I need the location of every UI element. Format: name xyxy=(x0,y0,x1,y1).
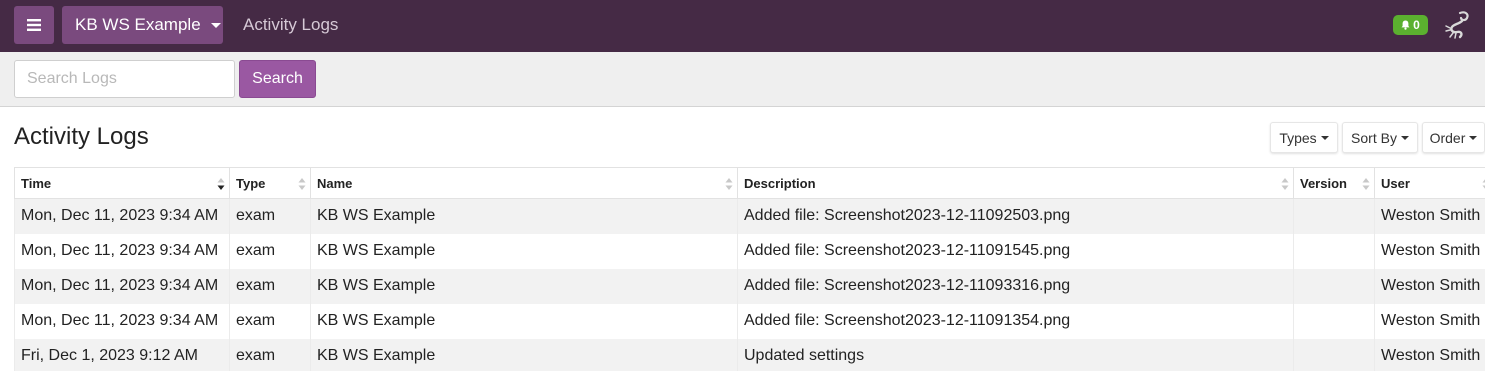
cell-user: Weston Smith xyxy=(1374,268,1485,304)
cell-time: Mon, Dec 11, 2023 9:34 AM xyxy=(14,303,230,339)
order-button[interactable]: Order xyxy=(1422,122,1485,153)
sort-icon xyxy=(725,178,733,190)
cell-description: Added file: Screenshot2023-12-11093316.p… xyxy=(737,268,1294,304)
column-header-description[interactable]: Description xyxy=(737,167,1294,199)
cell-user: Weston Smith xyxy=(1374,233,1485,269)
search-input[interactable] xyxy=(14,60,235,98)
notification-count: 0 xyxy=(1413,18,1420,32)
hamburger-icon xyxy=(27,19,41,31)
table-row[interactable]: Fri, Dec 1, 2023 9:12 AM exam KB WS Exam… xyxy=(14,338,1485,371)
current-page-label: Activity Logs xyxy=(243,15,339,34)
chevron-down-icon xyxy=(1400,136,1409,140)
column-header-label: Name xyxy=(317,175,353,191)
cell-version xyxy=(1293,268,1375,304)
cell-name: KB WS Example xyxy=(310,198,738,234)
cell-version xyxy=(1293,233,1375,269)
types-filter-label: Types xyxy=(1279,129,1317,146)
column-header-label: Type xyxy=(236,175,266,191)
column-header-user[interactable]: User xyxy=(1374,167,1485,199)
cell-version xyxy=(1293,198,1375,234)
cell-type: exam xyxy=(229,303,311,339)
page-title: Activity Logs xyxy=(14,123,149,150)
sort-icon xyxy=(1362,178,1370,190)
cell-time: Mon, Dec 11, 2023 9:34 AM xyxy=(14,268,230,304)
cell-name: KB WS Example xyxy=(310,233,738,269)
column-header-label: User xyxy=(1381,175,1410,191)
cell-user: Weston Smith xyxy=(1374,303,1485,339)
sort-icon xyxy=(298,178,306,190)
sort-descending-icon xyxy=(217,178,225,190)
table-row[interactable]: Mon, Dec 11, 2023 9:34 AM exam KB WS Exa… xyxy=(14,303,1485,339)
table-header-row: Time Type Name Description Version User xyxy=(14,167,1485,199)
cell-type: exam xyxy=(229,268,311,304)
cell-user: Weston Smith xyxy=(1374,198,1485,234)
cell-description: Added file: Screenshot2023-12-11091354.p… xyxy=(737,303,1294,339)
column-header-time[interactable]: Time xyxy=(14,167,230,199)
search-toolbar: Search xyxy=(0,52,1485,107)
column-header-label: Time xyxy=(21,175,52,191)
types-filter-button[interactable]: Types xyxy=(1270,122,1338,153)
sort-by-label: Sort By xyxy=(1351,129,1397,146)
sort-icon xyxy=(1281,178,1289,190)
cell-version xyxy=(1293,303,1375,339)
table-row[interactable]: Mon, Dec 11, 2023 9:34 AM exam KB WS Exa… xyxy=(14,198,1485,234)
table-row[interactable]: Mon, Dec 11, 2023 9:34 AM exam KB WS Exa… xyxy=(14,268,1485,304)
cell-name: KB WS Example xyxy=(310,268,738,304)
activity-log-table: Time Type Name Description Version User … xyxy=(14,167,1485,371)
column-header-label: Description xyxy=(744,175,816,191)
chevron-down-icon xyxy=(210,23,221,28)
workspace-label: KB WS Example xyxy=(75,15,201,34)
cell-version xyxy=(1293,338,1375,371)
scorpion-logo-icon[interactable] xyxy=(1444,10,1472,40)
order-label: Order xyxy=(1429,129,1466,146)
top-navbar: KB WS Example Activity Logs 0 xyxy=(0,0,1485,52)
cell-description: Added file: Screenshot2023-12-11091545.p… xyxy=(737,233,1294,269)
cell-type: exam xyxy=(229,233,311,269)
cell-time: Fri, Dec 1, 2023 9:12 AM xyxy=(14,338,230,371)
chevron-down-icon xyxy=(1320,136,1329,140)
column-header-version[interactable]: Version xyxy=(1293,167,1375,199)
table-row[interactable]: Mon, Dec 11, 2023 9:34 AM exam KB WS Exa… xyxy=(14,233,1485,269)
cell-type: exam xyxy=(229,338,311,371)
chevron-down-icon xyxy=(1469,136,1478,140)
cell-name: KB WS Example xyxy=(310,303,738,339)
cell-description: Updated settings xyxy=(737,338,1294,371)
cell-time: Mon, Dec 11, 2023 9:34 AM xyxy=(14,233,230,269)
cell-description: Added file: Screenshot2023-12-11092503.p… xyxy=(737,198,1294,234)
cell-type: exam xyxy=(229,198,311,234)
workspace-dropdown[interactable]: KB WS Example xyxy=(62,6,223,44)
cell-user: Weston Smith xyxy=(1374,338,1485,371)
bell-icon xyxy=(1401,20,1410,30)
cell-time: Mon, Dec 11, 2023 9:34 AM xyxy=(14,198,230,234)
notifications-badge[interactable]: 0 xyxy=(1393,15,1428,35)
column-header-type[interactable]: Type xyxy=(229,167,311,199)
search-button[interactable]: Search xyxy=(239,60,316,98)
menu-toggle-button[interactable] xyxy=(14,6,54,44)
column-header-name[interactable]: Name xyxy=(310,167,738,199)
sort-by-button[interactable]: Sort By xyxy=(1342,122,1418,153)
cell-name: KB WS Example xyxy=(310,338,738,371)
column-header-label: Version xyxy=(1300,175,1347,191)
